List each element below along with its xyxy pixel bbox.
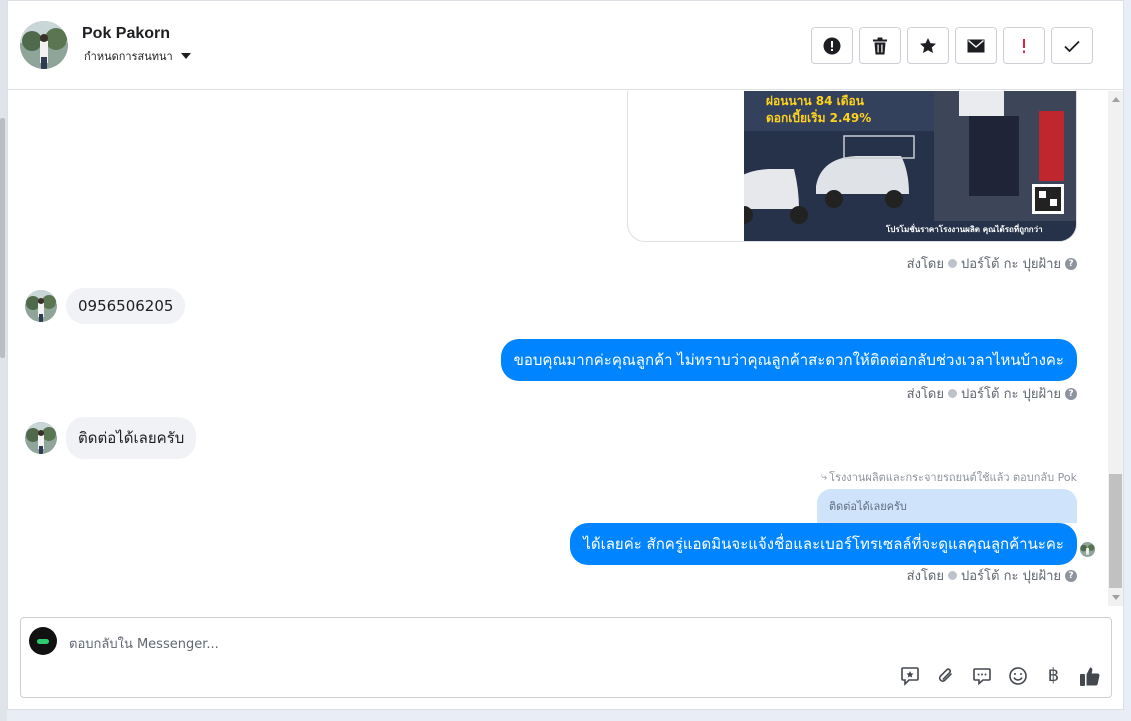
emoji-icon — [1008, 666, 1027, 685]
outgoing-message[interactable]: ได้เลยค่ะ สักครู่แอดมินจะแจ้งชื่อและเบอร… — [570, 523, 1077, 565]
paperclip-icon — [938, 667, 952, 682]
list-item: 0956506205 — [25, 288, 186, 324]
conversation-header: Pok Pakorn กำหนดการสนทนา — [8, 1, 1123, 90]
star-icon — [920, 37, 936, 53]
spam-icon — [1023, 38, 1025, 53]
left-scrollbar[interactable] — [0, 0, 7, 721]
sent-by-label: ส่งโดย — [906, 387, 944, 402]
attach-button[interactable] — [934, 664, 957, 687]
sent-by-label: ส่งโดย — [906, 257, 944, 272]
caret-down-icon — [180, 53, 191, 59]
avatar[interactable] — [25, 290, 57, 322]
star-button[interactable] — [907, 27, 949, 64]
reply-note-text: โรงงานผลิตและกระจายรถยนต์ใช้แล้ว ตอบกลับ… — [829, 471, 1077, 484]
header-actions — [811, 27, 1093, 64]
page-avatar — [29, 627, 57, 655]
sent-by-author[interactable]: ปอร์โต้ กะ ปุยฝ้าย — [961, 383, 1061, 404]
list-item: ติดต่อได้เลยครับ — [25, 417, 197, 459]
message-list: ผ่อนนาน 84 เดือน ดอกเบี้ยเริ่ม 2.49% โปร… — [8, 91, 1106, 606]
report-button[interactable] — [811, 27, 853, 64]
composer-tools: ฿ — [898, 664, 1101, 687]
scroll-down-icon[interactable] — [1112, 595, 1120, 600]
avatar[interactable] — [20, 21, 68, 69]
thumbs-up-icon — [1079, 667, 1099, 686]
reply-note: ⤷ โรงงานผลิตและกระจายรถยนต์ใช้แล้ว ตอบกล… — [821, 468, 1077, 486]
left-scrollbar-thumb[interactable] — [0, 118, 5, 358]
promo-footer: โปรโมชั่นราคาโรงงานผลิต คุณได้รถที่ถูกกว… — [885, 223, 1043, 235]
help-icon[interactable]: ? — [1065, 257, 1077, 270]
conversation-status-label: กำหนดการสนทนา — [84, 50, 173, 63]
seen-avatar — [1080, 542, 1095, 557]
sent-by-author[interactable]: ปอร์โต้ กะ ปุยฝ้าย — [961, 253, 1061, 274]
promo-image: ผ่อนนาน 84 เดือน ดอกเบี้ยเริ่ม 2.49% โปร… — [744, 91, 1076, 241]
trash-icon — [873, 37, 887, 54]
contact-name: Pok Pakorn — [82, 25, 171, 42]
reply-composer[interactable]: ตอบกลับใน Messenger... ฿ — [20, 617, 1112, 698]
quoted-message[interactable]: ติดต่อได้เลยครับ — [817, 489, 1077, 523]
reply-input[interactable]: ตอบกลับใน Messenger... — [69, 633, 219, 654]
sent-by-meta: ส่งโดย ปอร์โต้ กะ ปุยฝ้าย ? — [907, 383, 1077, 404]
promo-image-message[interactable]: ผ่อนนาน 84 เดือน ดอกเบี้ยเริ่ม 2.49% โปร… — [627, 91, 1077, 242]
conversation-status[interactable]: กำหนดการสนทนา — [84, 47, 191, 65]
sent-by-author[interactable]: ปอร์โต้ กะ ปุยฝ้าย — [961, 565, 1061, 586]
message-scrollbar[interactable] — [1108, 91, 1123, 606]
chat-bubble-icon — [972, 667, 991, 685]
promo-line1: ผ่อนนาน 84 เดือน — [766, 94, 865, 108]
emoji-button[interactable] — [1006, 664, 1029, 687]
done-button[interactable] — [1051, 27, 1093, 64]
outgoing-message[interactable]: ขอบคุณมากค่ะคุณลูกค้า ไม่ทราบว่าคุณลูกค้… — [500, 339, 1077, 381]
envelope-icon — [967, 39, 985, 52]
quick-reply-button[interactable] — [970, 664, 993, 687]
mark-unread-button[interactable] — [955, 27, 997, 64]
conversation-panel: Pok Pakorn กำหนดการสนทนา ผ่อนนาน 84 เดือ… — [7, 0, 1124, 710]
check-circle-icon — [948, 571, 957, 580]
help-icon[interactable]: ? — [1065, 569, 1077, 582]
scrollbar-thumb[interactable] — [1109, 474, 1122, 588]
incoming-message[interactable]: 0956506205 — [66, 288, 186, 324]
check-circle-icon — [948, 259, 957, 268]
saved-reply-button[interactable] — [898, 664, 921, 687]
sent-by-label: ส่งโดย — [906, 569, 944, 584]
help-icon[interactable]: ? — [1065, 387, 1077, 400]
saved-reply-icon — [900, 666, 919, 686]
delete-button[interactable] — [859, 27, 901, 64]
avatar[interactable] — [25, 422, 57, 454]
spam-button[interactable] — [1003, 27, 1045, 64]
like-button[interactable] — [1078, 664, 1101, 687]
report-icon — [823, 37, 841, 54]
scroll-up-icon[interactable] — [1112, 97, 1120, 102]
promo-line2: ดอกเบี้ยเริ่ม 2.49% — [766, 108, 871, 125]
sent-by-meta: ส่งโดย ปอร์โต้ กะ ปุยฝ้าย ? — [907, 253, 1077, 274]
incoming-message[interactable]: ติดต่อได้เลยครับ — [66, 417, 197, 459]
payment-button[interactable]: ฿ — [1042, 664, 1065, 687]
sent-by-meta: ส่งโดย ปอร์โต้ กะ ปุยฝ้าย ? — [907, 565, 1077, 586]
baht-icon: ฿ — [1047, 665, 1060, 686]
check-icon — [1064, 40, 1080, 52]
check-circle-icon — [948, 389, 957, 398]
reply-arrow-icon: ⤷ — [820, 470, 828, 483]
